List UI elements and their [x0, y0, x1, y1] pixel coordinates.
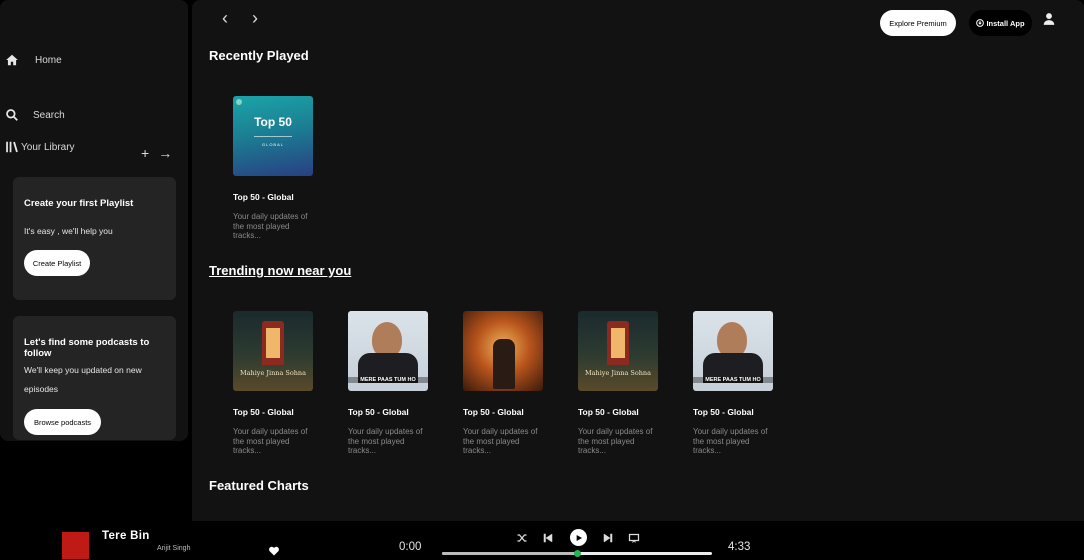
trending-item[interactable]: Mahiye Jinna Sohna Top 50 - Global Your …: [233, 311, 323, 456]
trending-item[interactable]: Mahiye Jinna Sohna Top 50 - Global Your …: [578, 311, 668, 456]
item-description: Your daily updates of the most played tr…: [693, 427, 768, 455]
item-description: Your daily updates of the most played tr…: [578, 427, 653, 455]
library-actions: + →: [141, 146, 172, 160]
now-playing-cover[interactable]: [62, 532, 89, 559]
album-cover: MERE PAAS TUM HO: [693, 311, 773, 391]
cover-title: Top 50: [254, 115, 292, 129]
total-time: 4:33: [728, 541, 751, 553]
figure-graphic: [493, 339, 515, 389]
browse-podcasts-card: Let's find some podcasts to follow We'll…: [13, 316, 176, 440]
album-cover: MERE PAAS TUM HO: [348, 311, 428, 391]
item-title: Top 50 - Global: [348, 407, 409, 417]
current-time: 0:00: [399, 541, 422, 553]
item-description: Your daily updates of the most played tr…: [463, 427, 538, 455]
home-icon: [6, 54, 18, 66]
cover-caption: Mahiye Jinna Sohna: [240, 369, 306, 377]
nav-home[interactable]: Home: [5, 53, 62, 67]
trending-title[interactable]: Trending now near you: [209, 263, 351, 278]
trending-item[interactable]: MERE PAAS TUM HO Top 50 - Global Your da…: [693, 311, 783, 456]
cover-caption: MERE PAAS TUM HO: [693, 377, 773, 383]
install-app-button[interactable]: Install App: [969, 10, 1032, 36]
browse-podcasts-title: Let's find some podcasts to follow: [24, 337, 150, 359]
nav-home-label: Home: [35, 54, 62, 66]
sidebar: Home Search Your Library + → Create your…: [0, 0, 188, 441]
forward-arrow-icon[interactable]: ›: [252, 8, 258, 29]
nav-search-label: Search: [33, 109, 65, 121]
play-icon: [576, 534, 582, 541]
album-cover: Mahiye Jinna Sohna: [578, 311, 658, 391]
spotify-badge-icon: [236, 99, 242, 105]
shuffle-icon[interactable]: [516, 531, 528, 543]
create-playlist-card: Create your first Playlist It's easy , w…: [13, 177, 176, 300]
cover-caption: Mahiye Jinna Sohna: [585, 369, 651, 377]
install-app-label: Install App: [986, 18, 1025, 28]
item-description: Your daily updates of the most played tr…: [233, 212, 308, 240]
item-description: Your daily updates of the most played tr…: [233, 427, 308, 455]
item-title: Top 50 - Global: [233, 192, 294, 202]
browse-podcasts-text: We'll keep you updated on new episodes: [24, 365, 142, 394]
album-cover: Mahiye Jinna Sohna: [233, 311, 313, 391]
search-icon: [6, 109, 18, 121]
expand-library-icon[interactable]: →: [158, 146, 172, 160]
now-playing-artist[interactable]: Arijit Singh: [157, 545, 190, 552]
next-track-icon[interactable]: [602, 531, 614, 543]
now-playing-title[interactable]: Tere Bin: [102, 530, 150, 542]
main-panel: ‹ › Explore Premium Install App Recently…: [192, 0, 1084, 521]
playback-progress-knob[interactable]: [573, 550, 581, 557]
playback-progress-bar[interactable]: [442, 550, 712, 557]
explore-premium-button[interactable]: Explore Premium: [880, 10, 956, 36]
item-description: Your daily updates of the most played tr…: [348, 427, 423, 455]
cover-subtitle: GLOBAL: [261, 142, 284, 147]
repeat-icon[interactable]: [628, 531, 640, 543]
create-playlist-button[interactable]: Create Playlist: [24, 250, 90, 276]
browse-podcasts-button[interactable]: Browse podcasts: [24, 409, 101, 435]
create-playlist-title: Create your first Playlist: [24, 198, 134, 209]
cover-caption: MERE PAAS TUM HO: [348, 377, 428, 383]
item-title: Top 50 - Global: [693, 407, 754, 417]
item-title: Top 50 - Global: [233, 407, 294, 417]
back-arrow-icon[interactable]: ‹: [222, 8, 228, 29]
nav-library[interactable]: Your Library: [5, 140, 75, 154]
playback-progress-fill: [442, 552, 577, 555]
phone-booth-graphic: [607, 321, 629, 365]
item-title: Top 50 - Global: [578, 407, 639, 417]
recently-played-title: Recently Played: [209, 48, 309, 63]
playlist-cover: Top 50 GLOBAL: [233, 96, 313, 176]
cover-divider: [254, 136, 292, 137]
featured-charts-title: Featured Charts: [209, 478, 309, 493]
create-playlist-text: It's easy , we'll help you: [24, 226, 113, 236]
trending-item[interactable]: MERE PAAS TUM HO Top 50 - Global Your da…: [348, 311, 438, 456]
recently-played-item[interactable]: Top 50 GLOBAL Top 50 - Global Your daily…: [233, 96, 323, 241]
trending-item[interactable]: Top 50 - Global Your daily updates of th…: [463, 311, 553, 456]
previous-track-icon[interactable]: [542, 531, 554, 543]
nav-library-label: Your Library: [21, 141, 75, 153]
item-title: Top 50 - Global: [463, 407, 524, 417]
add-playlist-icon[interactable]: +: [141, 146, 149, 160]
library-icon: [6, 141, 18, 153]
user-icon[interactable]: [1042, 12, 1056, 26]
phone-booth-graphic: [262, 321, 284, 365]
like-heart-icon[interactable]: [268, 544, 280, 556]
nav-search[interactable]: Search: [5, 108, 65, 122]
download-icon: [976, 19, 985, 27]
play-button[interactable]: [570, 529, 587, 546]
album-cover: [463, 311, 543, 391]
